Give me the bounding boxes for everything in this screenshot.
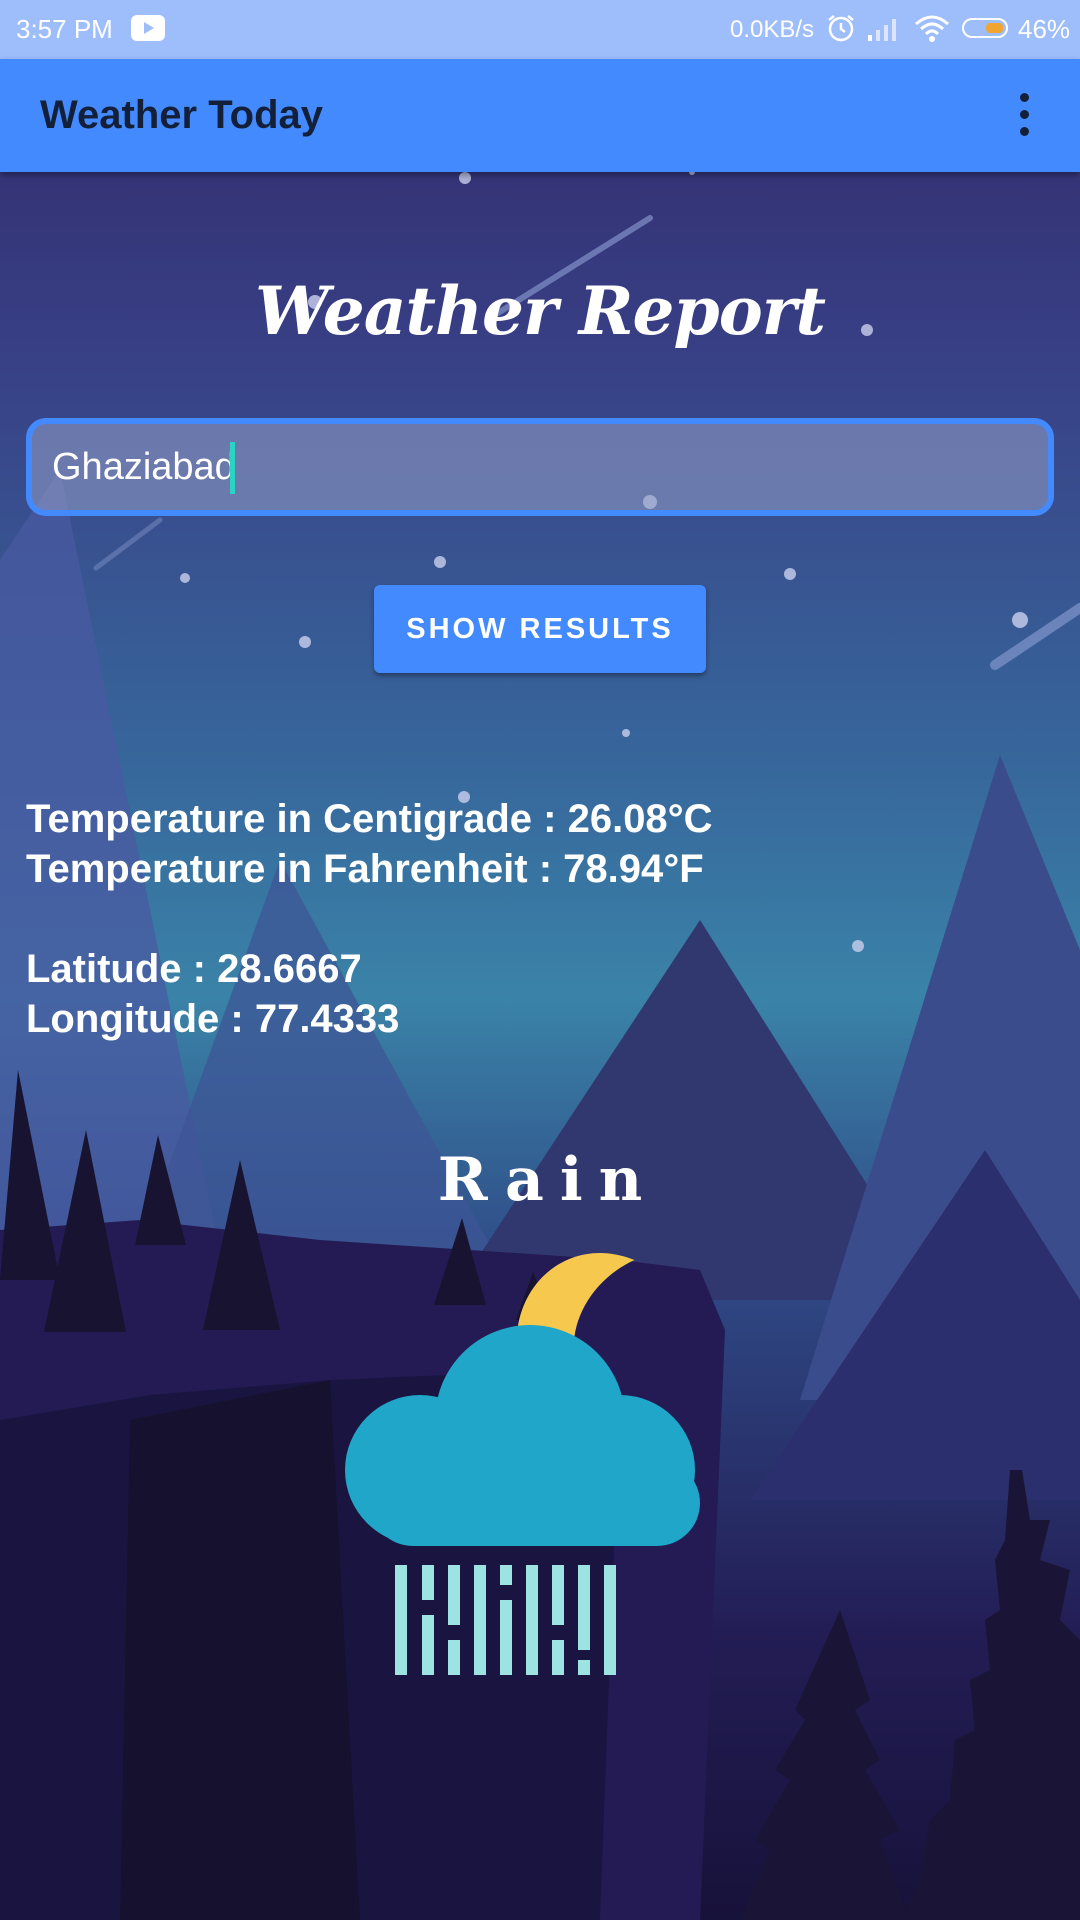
cloud-icon xyxy=(345,1325,700,1546)
menu-dot xyxy=(1020,127,1029,136)
page-title: Weather Report xyxy=(255,272,826,350)
city-input[interactable] xyxy=(26,418,1054,516)
battery-level xyxy=(986,23,1003,33)
longitude: Longitude : 77.4333 xyxy=(26,997,400,1041)
status-bar: 3:57 PM 0.0KB/s 46% xyxy=(0,0,1080,59)
alarm-icon xyxy=(828,15,854,42)
temperature-fahrenheit: Temperature in Fahrenheit : 78.94°F xyxy=(26,847,704,891)
menu-dot xyxy=(1020,110,1029,119)
battery-icon xyxy=(962,18,1008,38)
show-results-button[interactable]: SHOW RESULTS xyxy=(374,585,706,673)
shooting-star xyxy=(93,517,163,571)
menu-dot xyxy=(1020,93,1029,102)
app-bar: Weather Today xyxy=(0,59,1080,172)
trees-right xyxy=(740,1470,1080,1920)
screen: 3:57 PM 0.0KB/s 46% Weather Today Weathe… xyxy=(0,0,1080,1920)
temperature-celsius: Temperature in Centigrade : 26.08°C xyxy=(26,797,713,841)
status-time: 3:57 PM xyxy=(16,14,113,44)
weather-condition: Rain xyxy=(437,1145,659,1215)
app-title: Weather Today xyxy=(40,93,324,137)
shooting-star xyxy=(990,603,1080,670)
network-speed: 0.0KB/s xyxy=(730,16,815,43)
youtube-icon xyxy=(131,15,165,41)
cliff-shade xyxy=(120,1380,360,1920)
text-cursor xyxy=(230,442,235,494)
wifi-icon xyxy=(915,15,949,42)
rain-icon xyxy=(395,1565,616,1675)
rain-night-icon xyxy=(345,1252,700,1675)
latitude: Latitude : 28.6667 xyxy=(26,947,362,991)
signal-icon xyxy=(868,19,896,41)
battery-percent: 46% xyxy=(1018,14,1071,44)
more-vert-icon[interactable] xyxy=(1010,93,1040,139)
